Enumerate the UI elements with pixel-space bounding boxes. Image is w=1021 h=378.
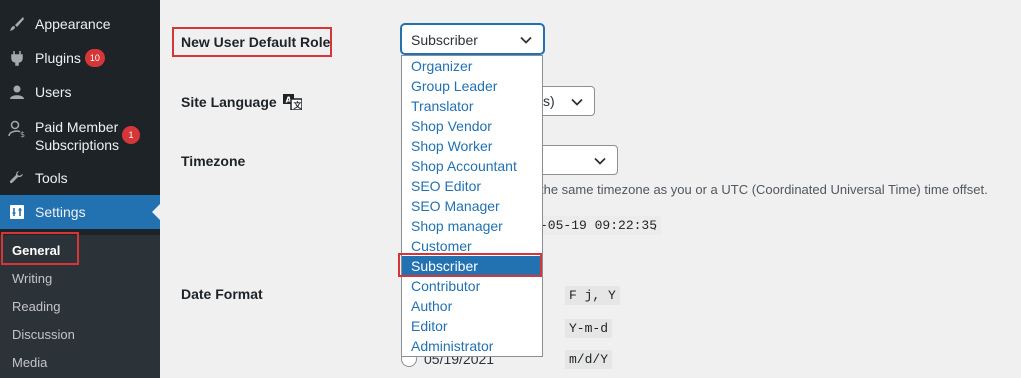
date-format-code: m/d/Y — [565, 350, 613, 369]
sidebar-item-users[interactable]: Users — [0, 82, 160, 102]
admin-sidebar: Appearance Plugins 10 Users $ Paid Member… — [0, 0, 160, 378]
date-format-label: Date Format — [181, 286, 263, 302]
default-role-dropdown-list: Organizer Group Leader Translator Shop V… — [401, 55, 543, 357]
submenu-item-reading[interactable]: Reading — [12, 299, 60, 314]
member-dollar-icon: $ — [8, 120, 26, 138]
role-option-author[interactable]: Author — [402, 296, 542, 316]
chevron-down-icon — [594, 157, 606, 165]
sidebar-item-paid-member-subscriptions[interactable]: $ Paid Member Subscriptions 1 — [0, 116, 160, 156]
svg-text:$: $ — [20, 130, 25, 138]
submenu-item-media[interactable]: Media — [12, 355, 47, 370]
settings-icon — [8, 203, 26, 221]
role-option-shop-worker[interactable]: Shop Worker — [402, 136, 542, 156]
chevron-down-icon — [520, 36, 532, 44]
wrench-icon — [8, 169, 26, 187]
timezone-label: Timezone — [181, 153, 246, 169]
settings-submenu: General Writing Reading Discussion Media — [0, 235, 160, 378]
sidebar-item-plugins[interactable]: Plugins 10 — [0, 48, 160, 68]
role-option-customer[interactable]: Customer — [402, 236, 542, 256]
role-option-editor[interactable]: Editor — [402, 316, 542, 336]
plug-icon — [8, 49, 26, 67]
timezone-help-text: the same timezone as you or a UTC (Coord… — [540, 182, 988, 197]
sidebar-item-label: Tools — [35, 170, 68, 186]
translation-icon: A文 — [282, 93, 303, 111]
role-option-translator[interactable]: Translator — [402, 96, 542, 116]
sidebar-item-tools[interactable]: Tools — [0, 168, 160, 188]
chevron-down-icon — [571, 98, 583, 106]
users-icon — [8, 83, 26, 101]
date-format-code: F j, Y — [565, 286, 620, 305]
role-option-administrator[interactable]: Administrator — [402, 336, 542, 356]
sidebar-item-label: Paid Member Subscriptions — [35, 119, 120, 153]
submenu-item-discussion[interactable]: Discussion — [12, 327, 75, 342]
site-language-label: Site Language A文 — [181, 93, 303, 111]
sidebar-item-label: Settings — [35, 204, 86, 220]
paintbrush-icon — [8, 15, 26, 33]
role-option-shop-vendor[interactable]: Shop Vendor — [402, 116, 542, 136]
sidebar-item-label: Plugins — [35, 50, 81, 66]
sidebar-item-appearance[interactable]: Appearance — [0, 14, 160, 34]
default-role-select-value: Subscriber — [411, 32, 478, 48]
sidebar-item-label: Appearance — [35, 16, 111, 32]
current-menu-indicator — [152, 204, 160, 220]
update-count-badge: 10 — [84, 49, 105, 67]
role-option-seo-editor[interactable]: SEO Editor — [402, 176, 542, 196]
universal-time-value: -05-19 09:22:35 — [536, 216, 662, 235]
default-role-label: New User Default Role — [181, 34, 331, 50]
universal-time-period: . — [653, 218, 657, 233]
submenu-item-writing[interactable]: Writing — [12, 271, 52, 286]
role-option-contributor[interactable]: Contributor — [402, 276, 542, 296]
default-role-select[interactable]: Subscriber — [401, 24, 544, 54]
role-option-shop-accountant[interactable]: Shop Accountant — [402, 156, 542, 176]
sidebar-item-label: Users — [35, 84, 72, 100]
role-option-subscriber[interactable]: Subscriber — [402, 256, 542, 276]
sidebar-item-settings[interactable]: Settings — [0, 195, 160, 229]
date-format-code: Y-m-d — [565, 319, 613, 338]
site-language-select-value: s) — [543, 93, 555, 109]
submenu-item-general[interactable]: General — [12, 243, 60, 258]
role-option-shop-manager[interactable]: Shop manager — [402, 216, 542, 236]
role-option-seo-manager[interactable]: SEO Manager — [402, 196, 542, 216]
update-count-badge: 1 — [122, 126, 140, 144]
svg-text:文: 文 — [293, 100, 302, 110]
role-option-group-leader[interactable]: Group Leader — [402, 76, 542, 96]
role-option-organizer[interactable]: Organizer — [402, 56, 542, 76]
